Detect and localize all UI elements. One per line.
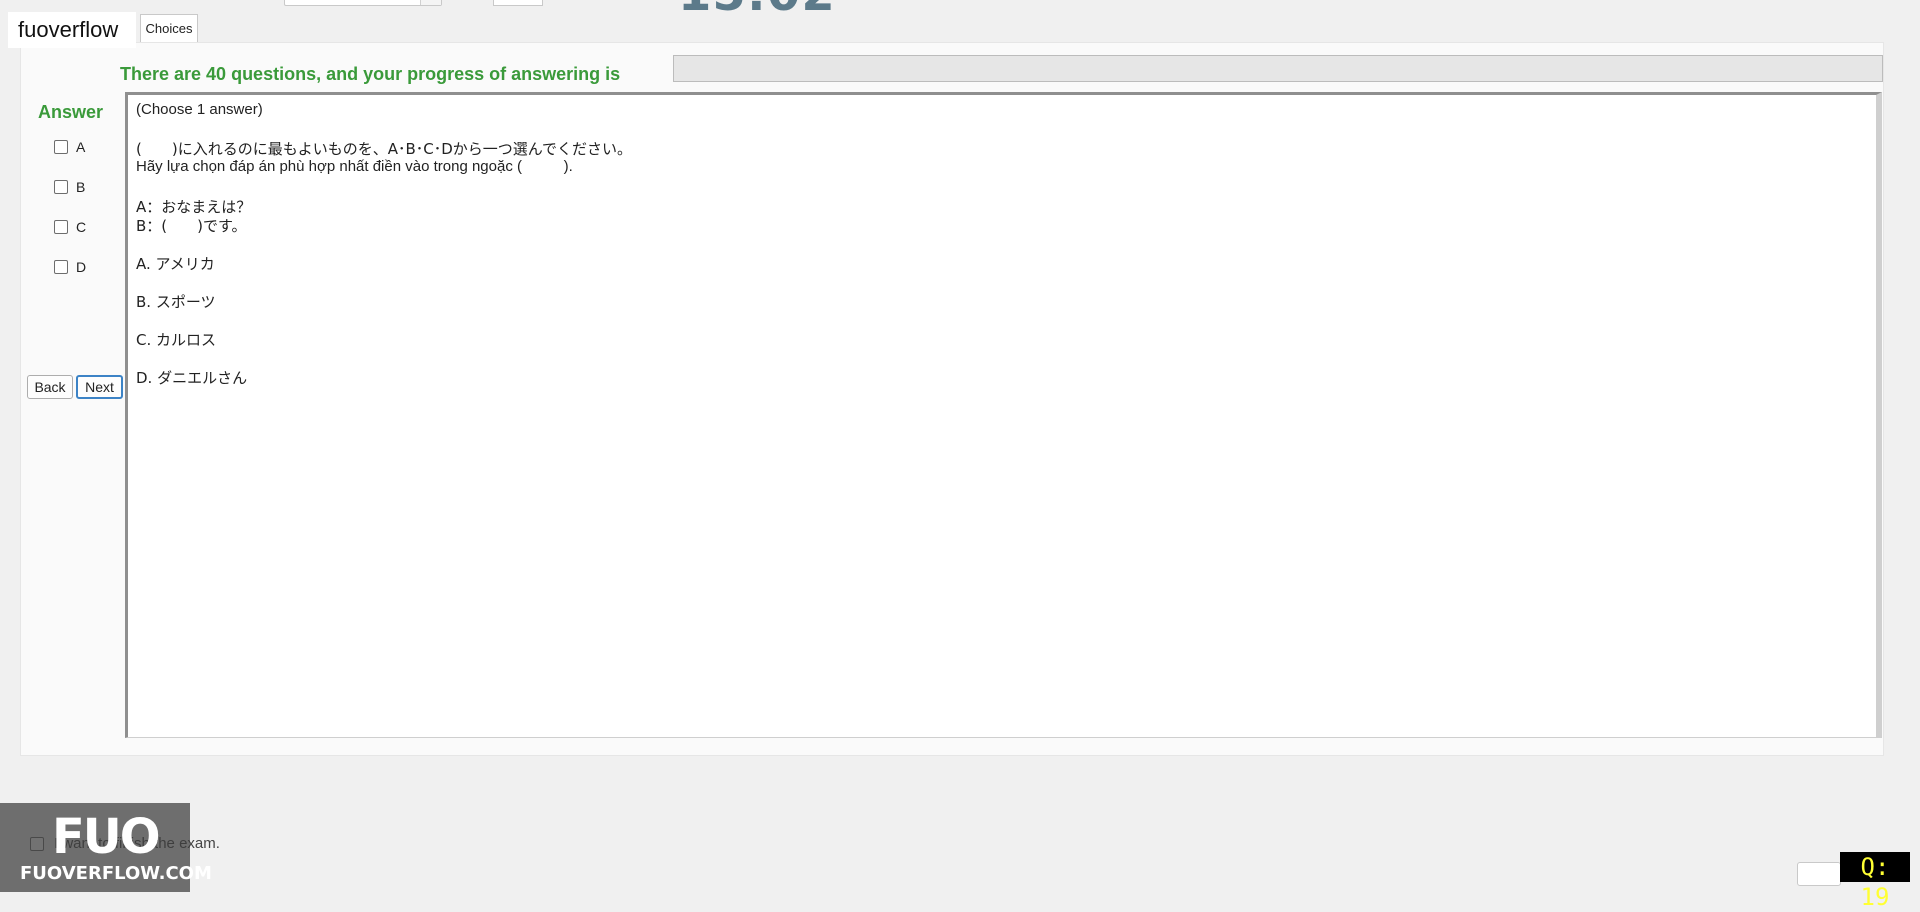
- checkbox-b[interactable]: [54, 180, 68, 194]
- back-button[interactable]: Back: [27, 375, 73, 399]
- next-button[interactable]: Next: [76, 375, 123, 399]
- logo-small-text: FUOVERFLOW.COM: [20, 863, 212, 884]
- choice-text: カルロス: [156, 331, 217, 349]
- choice-text: アメリカ: [155, 255, 215, 273]
- answer-option-a[interactable]: A: [54, 138, 85, 156]
- question-area: (Choose 1 answer) ( )に入れるのに最もよいものを、A･B･C…: [125, 92, 1882, 738]
- font-size-select[interactable]: [493, 0, 543, 6]
- fuoverflow-logo: FUO FUOVERFLOW.COM: [0, 803, 212, 892]
- watermark-text: fuoverflow: [8, 12, 136, 48]
- option-label: D: [76, 259, 87, 275]
- checkbox-d[interactable]: [54, 260, 68, 274]
- choice-letter: D.: [136, 369, 153, 387]
- answer-heading: Answer: [38, 102, 104, 122]
- question-prompt-vi: Hãy lựa chọn đáp án phù hợp nhất điền và…: [136, 158, 573, 175]
- choice-text: ダニエルさん: [157, 369, 248, 387]
- logo-big-text: FUO: [52, 809, 161, 865]
- choice-letter: A.: [136, 255, 151, 273]
- choice-text: スポーツ: [155, 293, 216, 311]
- checkbox-c[interactable]: [54, 220, 68, 234]
- dropdown-arrow[interactable]: [420, 0, 441, 5]
- progress-bar: [673, 55, 1883, 82]
- question-counter: Q: 19: [1840, 852, 1910, 911]
- option-label: A: [76, 139, 86, 155]
- choice-c: C. カルロス: [136, 329, 216, 350]
- choice-b: B. スポーツ: [136, 291, 216, 312]
- question-prompt-jp: ( )に入れるのに最もよいものを、A･B･C･Dから一つ選んでください。: [136, 140, 633, 158]
- dialog-line-a: A：おなまえは？: [136, 198, 252, 216]
- checkbox-a[interactable]: [54, 140, 68, 154]
- exam-code-input[interactable]: [284, 0, 442, 6]
- choice-letter: C.: [136, 331, 152, 349]
- choice-letter: B.: [136, 293, 152, 311]
- progress-label: There are 40 questions, and your progres…: [120, 64, 621, 84]
- answer-option-b[interactable]: B: [54, 178, 85, 196]
- finish-button[interactable]: [1797, 862, 1841, 886]
- answer-option-d[interactable]: D: [54, 258, 86, 276]
- answer-instruction: (Choose 1 answer): [136, 101, 263, 118]
- choice-d: D. ダニエルさん: [136, 367, 247, 388]
- tab-choices[interactable]: Choices: [140, 14, 198, 42]
- option-label: B: [76, 179, 86, 195]
- choice-a: A. アメリカ: [136, 253, 215, 274]
- option-label: C: [76, 219, 87, 235]
- answer-option-c[interactable]: C: [54, 218, 86, 236]
- timer: 15:02: [678, 0, 836, 22]
- dialog-line-b: B：( )です。: [136, 217, 247, 235]
